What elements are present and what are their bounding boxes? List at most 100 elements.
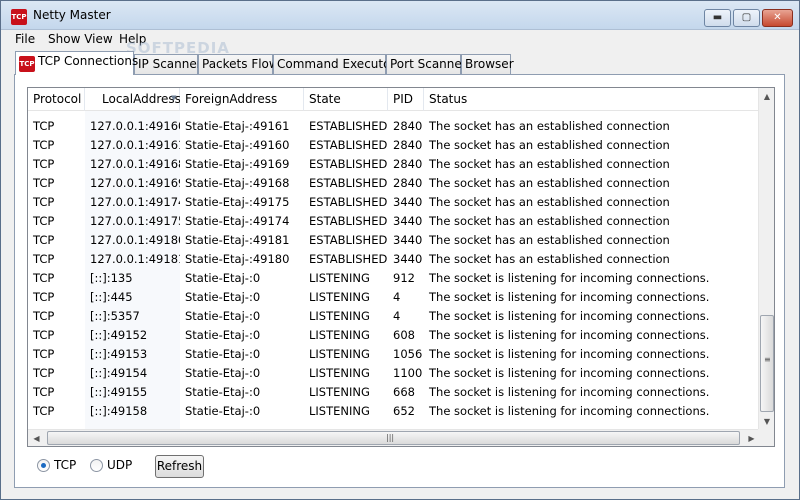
table-row[interactable]: TCP 127.0.0.1:49160 Statie-Etaj-:49161 ESTA… (28, 117, 760, 136)
cell-pid: 3440 (393, 195, 423, 209)
cell-protocol: TCP (33, 290, 55, 304)
cell-protocol: TCP (33, 195, 55, 209)
scroll-down-icon[interactable]: ▼ (759, 413, 774, 430)
cell-pid: 3440 (393, 252, 423, 266)
tab-port-scanner[interactable]: Port Scanner (386, 54, 467, 75)
tcp-radio-label[interactable]: TCP (54, 458, 76, 472)
tab-command-executor[interactable]: Command Executor (273, 54, 395, 75)
cell-foreign-address: Statie-Etaj-:49180 (185, 252, 290, 266)
title-bar[interactable]: TCP Netty Master ▬ ▢ ✕ (1, 1, 799, 30)
cell-pid: 2840 (393, 138, 423, 152)
cell-foreign-address: Statie-Etaj-:0 (185, 366, 261, 380)
cell-protocol: TCP (33, 138, 55, 152)
cell-pid: 668 (393, 385, 415, 399)
cell-status: The socket is listening for incoming con… (429, 309, 710, 323)
cell-pid: 1056 (393, 347, 423, 361)
cell-foreign-address: Statie-Etaj-:49175 (185, 195, 290, 209)
tab-ip-scanner[interactable]: IP Scanner (134, 54, 202, 75)
table-row[interactable]: TCP 127.0.0.1:49169 Statie-Etaj-:49168 ESTA… (28, 174, 760, 193)
cell-local-address: [::]:49153 (90, 347, 148, 361)
menu-file[interactable]: File (15, 32, 35, 46)
cell-local-address: 127.0.0.1:49169 (90, 176, 180, 190)
vertical-scrollbar[interactable]: ▲ ≡ ▼ (758, 88, 774, 430)
cell-pid: 3440 (393, 233, 423, 247)
cell-protocol: TCP (33, 271, 55, 285)
table-row[interactable]: TCP 127.0.0.1:49168 Statie-Etaj-:49169 ESTA… (28, 155, 760, 174)
table-row[interactable]: TCP [::]:49155 Statie-Etaj-:0 LISTENING 668 T… (28, 383, 760, 402)
cell-foreign-address: Statie-Etaj-:0 (185, 309, 261, 323)
table-row[interactable]: TCP [::]:5357 Statie-Etaj-:0 LISTENING 4 The … (28, 307, 760, 326)
column-header-foreign-address[interactable]: ForeignAddress (180, 88, 304, 111)
cell-local-address: [::]:49154 (90, 366, 148, 380)
grip-icon: ≡ (764, 355, 771, 364)
table-row[interactable]: TCP [::]:135 Statie-Etaj-:0 LISTENING 912 The… (28, 269, 760, 288)
horizontal-scroll-thumb[interactable]: ||| (47, 431, 740, 445)
cell-foreign-address: Statie-Etaj-:0 (185, 347, 261, 361)
cell-pid: 2840 (393, 119, 423, 133)
scroll-corner (758, 429, 774, 446)
cell-status: The socket is listening for incoming con… (429, 385, 710, 399)
column-header-local-address[interactable]: ▼ LocalAddress (85, 88, 181, 111)
cell-local-address: [::]:135 (90, 271, 133, 285)
minimize-button[interactable]: ▬ (704, 9, 731, 27)
maximize-button[interactable]: ▢ (733, 9, 760, 27)
cell-state: ESTABLISHED (309, 233, 388, 247)
table-row[interactable]: TCP 127.0.0.1:49161 Statie-Etaj-:49160 ESTA… (28, 136, 760, 155)
tab-browser[interactable]: Browser (461, 54, 514, 75)
udp-radio-label[interactable]: UDP (107, 458, 132, 472)
scroll-left-icon[interactable]: ◀ (28, 430, 45, 446)
table-row[interactable]: TCP 127.0.0.1:49174 Statie-Etaj-:49175 ESTA… (28, 193, 760, 212)
menu-show-view[interactable]: Show View (48, 32, 113, 46)
udp-radio[interactable] (90, 459, 103, 472)
cell-local-address: 127.0.0.1:49175 (90, 214, 180, 228)
cell-protocol: TCP (33, 309, 55, 323)
cell-state: LISTENING (309, 366, 370, 380)
refresh-button[interactable]: Refresh (155, 455, 204, 478)
scroll-up-icon[interactable]: ▲ (759, 88, 774, 105)
table-row[interactable]: TCP 127.0.0.1:49175 Statie-Etaj-:49174 ESTA… (28, 212, 760, 231)
cell-foreign-address: Statie-Etaj-:0 (185, 290, 261, 304)
horizontal-scrollbar[interactable]: ◀ ||| ▶ (28, 429, 760, 446)
cell-status: The socket has an established connection (429, 252, 670, 266)
table-row[interactable]: TCP [::]:49154 Statie-Etaj-:0 LISTENING 1100… (28, 364, 760, 383)
close-button[interactable]: ✕ (762, 9, 793, 27)
table-row[interactable]: TCP [::]:445 Statie-Etaj-:0 LISTENING 4 The s… (28, 288, 760, 307)
cell-state: ESTABLISHED (309, 252, 388, 266)
table-row[interactable]: TCP [::]:49153 Statie-Etaj-:0 LISTENING 1056… (28, 345, 760, 364)
tab-packets-flow[interactable]: Packets Flow (198, 54, 279, 75)
column-header-state[interactable]: State (304, 88, 388, 111)
cell-status: The socket is listening for incoming con… (429, 290, 710, 304)
cell-foreign-address: Statie-Etaj-:0 (185, 328, 261, 342)
cell-state: ESTABLISHED (309, 138, 388, 152)
cell-pid: 1100 (393, 366, 423, 380)
column-header-pid[interactable]: PID (388, 88, 424, 111)
cell-state: ESTABLISHED (309, 119, 388, 133)
tcp-connections-panel: Protocol ▼ LocalAddress ForeignAddress S… (14, 74, 785, 488)
cell-pid: 4 (393, 309, 401, 323)
cell-protocol: TCP (33, 404, 55, 418)
tcp-radio[interactable] (37, 459, 50, 472)
cell-state: LISTENING (309, 404, 370, 418)
cell-local-address: 127.0.0.1:49168 (90, 157, 180, 171)
tab-tcp-connections[interactable]: TCP TCP Connections (15, 51, 138, 75)
cell-foreign-address: Statie-Etaj-:49168 (185, 176, 290, 190)
table-row[interactable]: TCP 127.0.0.1:49180 Statie-Etaj-:49181 ESTA… (28, 231, 760, 250)
cell-status: The socket has an established connection (429, 157, 670, 171)
cell-protocol: TCP (33, 252, 55, 266)
cell-protocol: TCP (33, 328, 55, 342)
cell-pid: 4 (393, 290, 401, 304)
cell-local-address: 127.0.0.1:49181 (90, 252, 180, 266)
cell-local-address: [::]:49152 (90, 328, 148, 342)
table-row[interactable]: TCP [::]:49152 Statie-Etaj-:0 LISTENING 608 T… (28, 326, 760, 345)
cell-local-address: [::]:49158 (90, 404, 148, 418)
column-header-status[interactable]: Status (424, 88, 760, 111)
column-header-protocol[interactable]: Protocol (28, 88, 85, 111)
cell-pid: 608 (393, 328, 415, 342)
cell-foreign-address: Statie-Etaj-:49169 (185, 157, 290, 171)
vertical-scroll-thumb[interactable]: ≡ (760, 315, 774, 412)
table-row[interactable]: TCP 127.0.0.1:49181 Statie-Etaj-:49180 ESTA… (28, 250, 760, 269)
cell-local-address: 127.0.0.1:49160 (90, 119, 180, 133)
cell-pid: 2840 (393, 157, 423, 171)
table-row[interactable]: TCP [::]:49158 Statie-Etaj-:0 LISTENING 652 T… (28, 402, 760, 421)
tab-bar: TCP TCP Connections IP Scanner Packets F… (1, 51, 799, 75)
